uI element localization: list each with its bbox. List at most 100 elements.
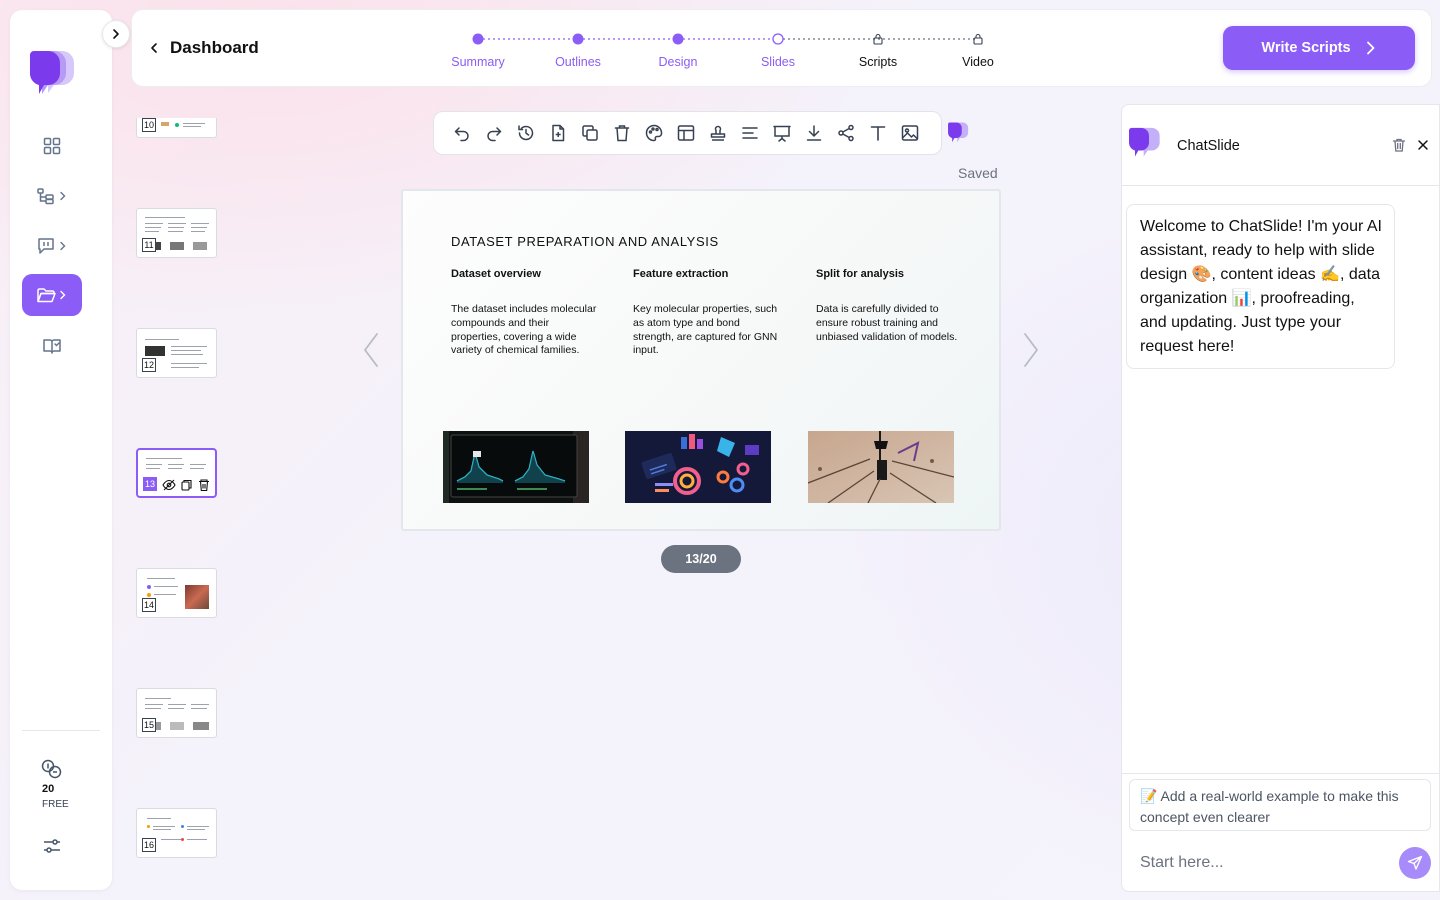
slide-image-data-monitor[interactable] — [443, 431, 589, 503]
editor-toolbar — [433, 111, 942, 155]
sidebar-item-outline[interactable] — [22, 175, 82, 217]
chevron-left-icon — [364, 333, 378, 367]
redo-button[interactable] — [478, 117, 510, 149]
next-slide-arrow[interactable] — [1018, 330, 1042, 370]
chevron-right-icon — [60, 191, 66, 201]
present-button[interactable] — [766, 117, 798, 149]
share-button[interactable] — [830, 117, 862, 149]
sidebar-item-dashboard[interactable] — [22, 125, 82, 167]
sidebar-divider — [22, 730, 100, 731]
undo-icon — [454, 127, 469, 142]
step-dot-outlines — [572, 33, 584, 45]
slide-thumbnail-10[interactable]: 10 — [136, 118, 217, 138]
undo-button[interactable] — [446, 117, 478, 149]
step-summary[interactable]: Summary — [428, 55, 528, 69]
image-icon — [901, 125, 919, 141]
back-label: Dashboard — [170, 38, 259, 57]
theme-button[interactable] — [638, 117, 670, 149]
thumbnail-number: 11 — [142, 238, 156, 252]
slide-column-3[interactable]: Split for analysis Data is carefully div… — [816, 268, 964, 344]
stamp-button[interactable] — [702, 117, 734, 149]
share-icon — [838, 124, 854, 142]
sidebar-item-chat[interactable] — [22, 225, 82, 267]
slide-thumbnail-12[interactable]: 12 — [136, 328, 217, 378]
slide-title[interactable]: DATASET PREPARATION AND ANALYSIS — [451, 234, 719, 249]
sidebar-item-files[interactable] — [22, 274, 82, 316]
slide-canvas[interactable]: DATASET PREPARATION AND ANALYSIS Dataset… — [401, 189, 1001, 531]
progress-stepper — [472, 33, 983, 45]
delete-icon — [199, 479, 209, 492]
credits-count: 20 — [42, 783, 55, 795]
image-button[interactable] — [894, 117, 926, 149]
column-body: Data is carefully divided to ensure robu… — [816, 303, 958, 343]
slide-thumbnail-16[interactable]: 16 — [136, 808, 217, 858]
assistant-welcome-message: Welcome to ChatSlide! I'm your AI assist… — [1126, 204, 1395, 369]
step-scripts: Scripts — [858, 55, 898, 69]
slide-thumbnail-11[interactable]: 11 — [136, 208, 217, 258]
align-button[interactable] — [734, 117, 766, 149]
chevron-right-icon — [60, 290, 66, 300]
thumbnail-number: 10 — [142, 118, 157, 132]
step-video: Video — [962, 55, 994, 69]
send-button[interactable] — [1399, 847, 1431, 879]
hide-icon — [162, 479, 176, 491]
thumbnail-number: 15 — [142, 718, 157, 732]
column-heading: Dataset overview — [451, 268, 541, 280]
close-icon — [1418, 140, 1428, 150]
back-to-dashboard[interactable]: Dashboard — [148, 38, 259, 58]
chatslide-logo — [1129, 127, 1161, 158]
chatslide-assistant-icon[interactable] — [948, 122, 970, 143]
plan-tier: FREE — [42, 799, 69, 810]
slide-thumbnail-15[interactable]: 15 — [136, 688, 217, 738]
chevron-right-icon — [113, 29, 119, 39]
history-icon — [518, 125, 534, 141]
book-icon — [43, 339, 61, 354]
lock-icon — [973, 33, 983, 45]
slide-column-1[interactable]: Dataset overview The dataset includes mo… — [451, 268, 599, 358]
column-heading: Split for analysis — [816, 268, 905, 280]
thumbnail-number: 16 — [142, 838, 157, 852]
slide-image-lab-apparatus[interactable] — [808, 431, 954, 503]
write-scripts-button[interactable]: Write Scripts — [1223, 26, 1415, 70]
send-icon — [1407, 855, 1423, 870]
column-body: The dataset includes molecular compounds… — [451, 303, 597, 357]
slide-image-colorful-charts[interactable] — [625, 431, 771, 503]
align-icon — [742, 127, 758, 139]
app-logo[interactable] — [30, 50, 78, 96]
sidebar-item-library[interactable] — [22, 325, 82, 367]
chevron-right-icon — [1024, 333, 1038, 367]
write-scripts-label: Write Scripts — [1261, 40, 1351, 56]
suggested-prompt[interactable]: 📝 Add a real-world example to make this … — [1129, 779, 1431, 831]
delete-button[interactable] — [606, 117, 638, 149]
download-icon — [806, 125, 822, 141]
step-outlines[interactable]: Outlines — [528, 55, 628, 69]
slide-thumbnail-14[interactable]: 14 — [136, 568, 217, 618]
expand-sidebar-button[interactable] — [102, 20, 130, 48]
add-page-button[interactable] — [542, 117, 574, 149]
thumbnail-number: 12 — [142, 358, 157, 372]
duplicate-button[interactable] — [574, 117, 606, 149]
close-chat-button[interactable] — [1416, 138, 1430, 152]
text-button[interactable] — [862, 117, 894, 149]
stamp-icon — [710, 125, 726, 141]
settings-sliders-icon[interactable] — [42, 836, 62, 856]
save-status: Saved — [958, 165, 998, 181]
chevron-right-icon — [60, 241, 66, 251]
duplicate-icon — [181, 479, 192, 491]
clear-chat-button[interactable] — [1391, 137, 1407, 153]
delete-icon — [614, 125, 630, 142]
layout-button[interactable] — [670, 117, 702, 149]
chevron-left-icon — [151, 43, 157, 53]
step-slides[interactable]: Slides — [728, 55, 828, 69]
previous-slide-arrow[interactable] — [360, 330, 384, 370]
chevron-right-icon — [1366, 41, 1374, 55]
slide-column-2[interactable]: Feature extraction Key molecular propert… — [633, 268, 781, 358]
credits-icon[interactable] — [41, 759, 63, 779]
thumbnail-number: 14 — [142, 598, 157, 612]
history-button[interactable] — [510, 117, 542, 149]
step-design[interactable]: Design — [628, 55, 728, 69]
chat-header-divider — [1121, 185, 1440, 186]
slide-thumbnail-13[interactable]: 13 — [136, 448, 217, 498]
chat-input[interactable] — [1128, 848, 1388, 878]
download-button[interactable] — [798, 117, 830, 149]
